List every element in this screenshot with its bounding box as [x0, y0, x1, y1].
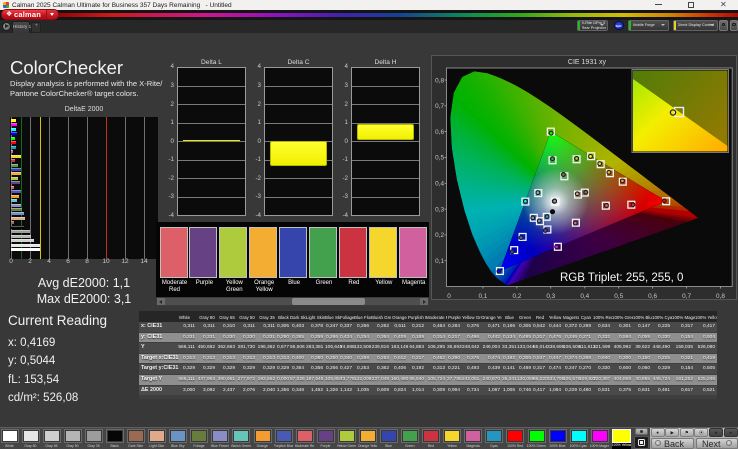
- svg-text:0,2: 0,2: [512, 293, 521, 300]
- svg-text:0,4: 0,4: [580, 293, 589, 300]
- svg-text:CIE 1931 xy: CIE 1931 xy: [568, 59, 607, 66]
- svg-text:0,8: 0,8: [435, 77, 444, 84]
- svg-text:0,6: 0,6: [648, 293, 657, 300]
- svg-text:0: 0: [447, 293, 451, 300]
- svg-text:0,1: 0,1: [435, 258, 444, 265]
- svg-text:0,3: 0,3: [546, 293, 555, 300]
- svg-text:0,7: 0,7: [435, 103, 444, 110]
- svg-text:0,3: 0,3: [435, 206, 444, 213]
- svg-text:0,7: 0,7: [682, 293, 691, 300]
- svg-text:0,5: 0,5: [435, 155, 444, 162]
- svg-text:0,4: 0,4: [435, 181, 444, 188]
- svg-text:RGB Triplet: 255, 255, 0: RGB Triplet: 255, 255, 0: [560, 272, 683, 284]
- svg-text:0,8: 0,8: [716, 293, 725, 300]
- svg-text:0,6: 0,6: [435, 129, 444, 136]
- svg-text:0,2: 0,2: [435, 232, 444, 239]
- svg-text:0,1: 0,1: [478, 293, 487, 300]
- svg-text:0,5: 0,5: [614, 293, 623, 300]
